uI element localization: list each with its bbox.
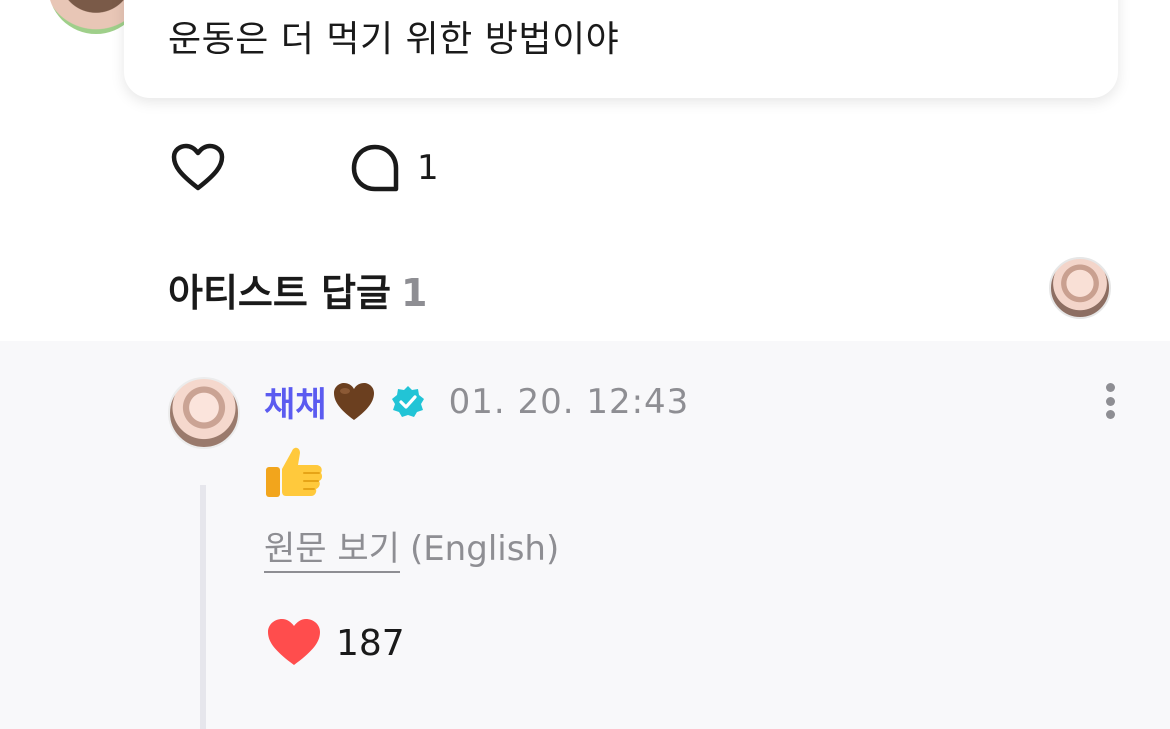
artist-replies-label: 아티스트 답글 <box>168 271 391 315</box>
artist-avatar[interactable] <box>1049 257 1111 319</box>
reply-header: 채채 01. 20. 12:43 <box>264 377 689 426</box>
thread-line <box>200 485 206 729</box>
verified-badge-icon <box>391 385 424 417</box>
post-card: 운동은 더 먹기 위한 방법이야 <box>124 0 1118 98</box>
original-text-row: 원문 보기 (English) <box>264 521 560 573</box>
view-original-link[interactable]: 원문 보기 <box>264 529 400 573</box>
like-button[interactable] <box>170 142 226 194</box>
reply-author-name[interactable]: 채채 <box>264 377 327 426</box>
comment-count: 1 <box>417 148 439 188</box>
comment-button[interactable]: 1 <box>349 142 439 194</box>
reply-timestamp: 01. 20. 12:43 <box>448 381 690 422</box>
heart-outline-icon <box>171 143 225 191</box>
reply-author-avatar[interactable] <box>168 377 240 449</box>
artist-reply: 채채 01. 20. 12:43 원문 보기 (English) 187 <box>0 341 1170 729</box>
thumbs-up-emoji <box>266 447 323 497</box>
more-vertical-icon[interactable] <box>1096 379 1124 423</box>
comment-bubble-icon <box>351 144 399 192</box>
post-text: 운동은 더 먹기 위한 방법이야 <box>168 19 620 60</box>
reply-like-count: 187 <box>336 622 405 664</box>
artist-replies-title: 아티스트 답글 1 <box>168 262 427 317</box>
brown-heart-emoji <box>333 382 374 420</box>
artist-replies-count: 1 <box>401 271 428 315</box>
reply-like-button[interactable]: 187 <box>266 617 405 669</box>
red-heart-icon <box>268 619 320 665</box>
original-language: (English) <box>409 529 560 569</box>
